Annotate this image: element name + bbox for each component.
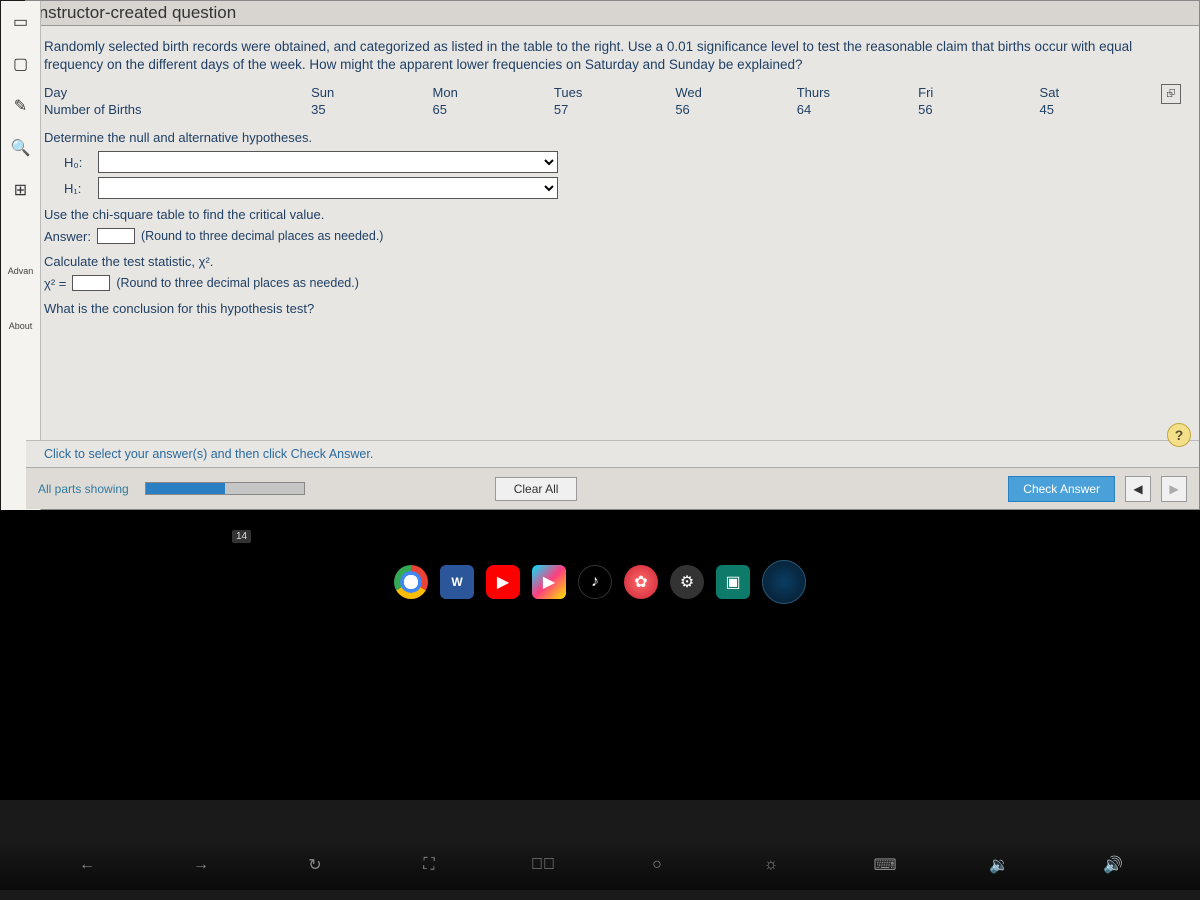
col-thu: Thurs <box>797 84 918 101</box>
play-store-icon[interactable]: ▶ <box>532 565 566 599</box>
h0-select[interactable] <box>98 151 558 173</box>
data-table: Day Number of Births Sun35 Mon65 Tues57 … <box>44 84 1181 118</box>
col-tue: Tues <box>554 84 675 101</box>
taskbar-dock: W ▶ ▶ ♪ ✿ ⚙ ▣ <box>394 560 806 604</box>
monitor-circle-icon[interactable]: ○ <box>642 856 672 874</box>
col-sun: Sun <box>311 84 432 101</box>
statistic-note: (Round to three decimal places as needed… <box>116 276 359 290</box>
question-content: Randomly selected birth records were obt… <box>26 26 1199 464</box>
sidebar-label-about: About <box>9 321 33 331</box>
edit-icon[interactable]: ✎ <box>10 95 32 117</box>
youtube-icon[interactable]: ▶ <box>486 565 520 599</box>
chrome-icon[interactable] <box>394 565 428 599</box>
word-icon[interactable]: W <box>440 565 474 599</box>
gallery-icon[interactable]: ▣ <box>716 565 750 599</box>
val-tue: 57 <box>554 101 675 118</box>
val-fri: 56 <box>918 101 1039 118</box>
hypotheses-instruction: Determine the null and alternative hypot… <box>44 130 1181 145</box>
question-prompt: Randomly selected birth records were obt… <box>44 38 1181 74</box>
next-button[interactable]: ▶ <box>1161 476 1187 502</box>
prev-button[interactable]: ◀ <box>1125 476 1151 502</box>
monitor-fullscreen-icon[interactable]: ⛶ <box>414 856 444 874</box>
monitor-forward-icon[interactable]: → <box>186 856 216 874</box>
monitor-overview-icon[interactable]: ▭⃞ <box>528 856 558 874</box>
chi-sq-input[interactable] <box>72 275 110 291</box>
settings-icon[interactable]: ⚙ <box>670 565 704 599</box>
val-thu: 64 <box>797 101 918 118</box>
monitor-keyboard-icon[interactable]: ⌨ <box>870 855 900 875</box>
monitor-vol-down-icon[interactable]: 🔉 <box>984 855 1014 875</box>
col-fri: Fri <box>918 84 1039 101</box>
row-label-births: Number of Births <box>44 101 311 118</box>
left-sidebar: ▭ ▢ ✎ 🔍 ⊞ Advan About <box>1 1 41 511</box>
desktop-background <box>0 510 1200 800</box>
monitor-controls: ← → ↻ ⛶ ▭⃞ ○ ☼ ⌨ 🔉 🔊 <box>0 840 1200 890</box>
tooltip: 14 <box>232 530 251 543</box>
sidebar-label-advan: Advan <box>8 266 34 276</box>
window-title: Instructor-created question <box>26 1 1199 26</box>
footer-hint: Click to select your answer(s) and then … <box>26 440 1199 467</box>
help-button[interactable]: ? <box>1167 423 1191 447</box>
critical-instruction: Use the chi-square table to find the cri… <box>44 207 1181 222</box>
assistant-icon[interactable] <box>762 560 806 604</box>
h1-select[interactable] <box>98 177 558 199</box>
parts-showing-label: All parts showing <box>38 482 129 496</box>
monitor-vol-up-icon[interactable]: 🔊 <box>1098 855 1128 875</box>
chi-sq-label: χ² = <box>44 276 66 291</box>
critical-note: (Round to three decimal places as needed… <box>141 229 384 243</box>
search-icon[interactable]: 🔍 <box>10 137 32 159</box>
grid-icon[interactable]: ⊞ <box>10 179 32 201</box>
val-mon: 65 <box>433 101 554 118</box>
progress-bar <box>145 482 305 495</box>
clear-all-button[interactable]: Clear All <box>495 477 578 501</box>
val-wed: 56 <box>675 101 796 118</box>
footer-bar: All parts showing Clear All Check Answer… <box>26 467 1199 509</box>
row-label-day: Day <box>44 84 311 101</box>
h1-label: H₁: <box>64 181 90 196</box>
conclusion-instruction: What is the conclusion for this hypothes… <box>44 301 1181 316</box>
check-answer-button[interactable]: Check Answer <box>1008 476 1115 502</box>
monitor-back-icon[interactable]: ← <box>72 856 102 874</box>
critical-value-input[interactable] <box>97 228 135 244</box>
monitor-brightness-icon[interactable]: ☼ <box>756 856 786 874</box>
statistic-instruction: Calculate the test statistic, χ². <box>44 254 1181 269</box>
val-sun: 35 <box>311 101 432 118</box>
col-wed: Wed <box>675 84 796 101</box>
tools-icon[interactable]: ▢ <box>10 53 32 75</box>
content-icon[interactable]: ▭ <box>10 11 32 33</box>
col-mon: Mon <box>433 84 554 101</box>
monitor-refresh-icon[interactable]: ↻ <box>300 855 330 875</box>
photos-icon[interactable]: ✿ <box>624 565 658 599</box>
critical-answer-label: Answer: <box>44 229 91 244</box>
h0-label: H₀: <box>64 155 90 170</box>
tiktok-icon[interactable]: ♪ <box>578 565 612 599</box>
col-sat: Sat <box>1040 84 1161 101</box>
val-sat: 45 <box>1040 101 1161 118</box>
copy-table-icon[interactable]: ⮺ <box>1161 84 1181 104</box>
